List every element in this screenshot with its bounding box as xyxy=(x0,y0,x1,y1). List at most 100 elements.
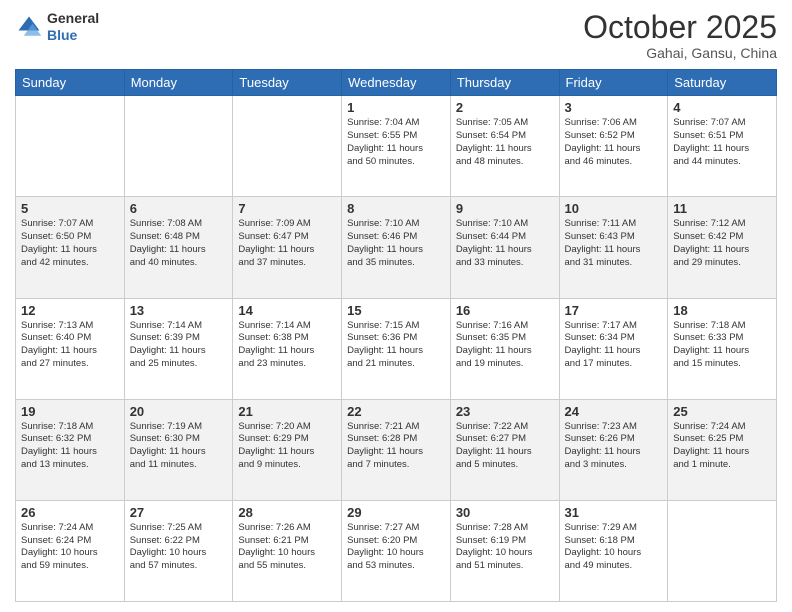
day-number: 25 xyxy=(673,404,771,419)
day-info: Sunrise: 7:12 AM Sunset: 6:42 PM Dayligh… xyxy=(673,218,771,269)
day-info: Sunrise: 7:24 AM Sunset: 6:25 PM Dayligh… xyxy=(673,421,771,472)
day-info: Sunrise: 7:07 AM Sunset: 6:51 PM Dayligh… xyxy=(673,117,771,168)
day-number: 11 xyxy=(673,201,771,216)
day-info: Sunrise: 7:18 AM Sunset: 6:32 PM Dayligh… xyxy=(21,421,119,472)
day-number: 10 xyxy=(565,201,663,216)
calendar-cell: 20 Sunrise: 7:19 AM Sunset: 6:30 PM Dayli… xyxy=(124,399,233,500)
week-row-3: 12Sunrise: 7:13 AM Sunset: 6:40 PM Dayli… xyxy=(16,298,777,399)
day-info: Sunrise: 7:10 AM Sunset: 6:46 PM Dayligh… xyxy=(347,218,445,269)
day-number: 26 xyxy=(21,505,119,520)
day-info: Sunrise: 7:22 AM Sunset: 6:27 PM Dayligh… xyxy=(456,421,554,472)
calendar-cell xyxy=(233,96,342,197)
day-number: 19 xyxy=(21,404,119,419)
page: General Blue October 2025 Gahai, Gansu, … xyxy=(0,0,792,612)
day-info: Sunrise: 7:08 AM Sunset: 6:48 PM Dayligh… xyxy=(130,218,228,269)
week-row-4: 19 Sunrise: 7:18 AM Sunset: 6:32 PM Dayli… xyxy=(16,399,777,500)
calendar-cell: 16 Sunrise: 7:16 AM Sunset: 6:35 PM Dayli… xyxy=(450,298,559,399)
day-number: 24 xyxy=(565,404,663,419)
day-info: Sunrise: 7:11 AM Sunset: 6:43 PM Dayligh… xyxy=(565,218,663,269)
day-info: Sunrise: 7:17 AM Sunset: 6:34 PM Dayligh… xyxy=(565,320,663,371)
calendar-cell: 25 Sunrise: 7:24 AM Sunset: 6:25 PM Dayli… xyxy=(668,399,777,500)
day-info: Sunrise: 7:28 AM Sunset: 6:19 PM Dayligh… xyxy=(456,522,554,573)
day-info: Sunrise: 7:09 AM Sunset: 6:47 PM Dayligh… xyxy=(238,218,336,269)
day-info: Sunrise: 7:24 AM Sunset: 6:24 PM Dayligh… xyxy=(21,522,119,573)
day-number: 2 xyxy=(456,100,554,115)
day-number: 14 xyxy=(238,303,336,318)
day-info: Sunrise: 7:18 AM Sunset: 6:33 PM Dayligh… xyxy=(673,320,771,371)
col-wednesday: Wednesday xyxy=(342,70,451,96)
day-info: Sunrise: 7:06 AM Sunset: 6:52 PM Dayligh… xyxy=(565,117,663,168)
day-number: 18 xyxy=(673,303,771,318)
day-info: Sunrise: 7:14 AM Sunset: 6:38 PM Dayligh… xyxy=(238,320,336,371)
logo-text: General Blue xyxy=(47,10,99,44)
week-row-2: 5 Sunrise: 7:07 AM Sunset: 6:50 PM Daylig… xyxy=(16,197,777,298)
header: General Blue October 2025 Gahai, Gansu, … xyxy=(15,10,777,61)
calendar-cell: 8 Sunrise: 7:10 AM Sunset: 6:46 PM Daylig… xyxy=(342,197,451,298)
day-number: 28 xyxy=(238,505,336,520)
week-row-1: 1 Sunrise: 7:04 AM Sunset: 6:55 PM Daylig… xyxy=(16,96,777,197)
calendar-cell: 30 Sunrise: 7:28 AM Sunset: 6:19 PM Dayli… xyxy=(450,500,559,601)
calendar-table: Sunday Monday Tuesday Wednesday Thursday… xyxy=(15,69,777,602)
day-number: 9 xyxy=(456,201,554,216)
day-number: 23 xyxy=(456,404,554,419)
calendar-cell: 6Sunrise: 7:08 AM Sunset: 6:48 PM Daylig… xyxy=(124,197,233,298)
calendar-cell: 19 Sunrise: 7:18 AM Sunset: 6:32 PM Dayli… xyxy=(16,399,125,500)
day-number: 20 xyxy=(130,404,228,419)
calendar-cell: 21 Sunrise: 7:20 AM Sunset: 6:29 PM Dayli… xyxy=(233,399,342,500)
col-sunday: Sunday xyxy=(16,70,125,96)
week-row-5: 26 Sunrise: 7:24 AM Sunset: 6:24 PM Dayli… xyxy=(16,500,777,601)
day-info: Sunrise: 7:04 AM Sunset: 6:55 PM Dayligh… xyxy=(347,117,445,168)
day-number: 29 xyxy=(347,505,445,520)
logo-icon xyxy=(15,13,43,41)
day-number: 21 xyxy=(238,404,336,419)
day-number: 4 xyxy=(673,100,771,115)
calendar-cell: 11 Sunrise: 7:12 AM Sunset: 6:42 PM Dayli… xyxy=(668,197,777,298)
calendar-cell: 3 Sunrise: 7:06 AM Sunset: 6:52 PM Daylig… xyxy=(559,96,668,197)
calendar-cell: 22Sunrise: 7:21 AM Sunset: 6:28 PM Dayli… xyxy=(342,399,451,500)
calendar-cell: 9 Sunrise: 7:10 AM Sunset: 6:44 PM Daylig… xyxy=(450,197,559,298)
day-number: 12 xyxy=(21,303,119,318)
col-thursday: Thursday xyxy=(450,70,559,96)
day-number: 30 xyxy=(456,505,554,520)
calendar-cell: 26 Sunrise: 7:24 AM Sunset: 6:24 PM Dayli… xyxy=(16,500,125,601)
calendar-cell: 23 Sunrise: 7:22 AM Sunset: 6:27 PM Dayli… xyxy=(450,399,559,500)
calendar-cell: 18 Sunrise: 7:18 AM Sunset: 6:33 PM Dayli… xyxy=(668,298,777,399)
day-number: 15 xyxy=(347,303,445,318)
calendar-cell: 15Sunrise: 7:15 AM Sunset: 6:36 PM Dayli… xyxy=(342,298,451,399)
day-number: 31 xyxy=(565,505,663,520)
calendar-cell: 14 Sunrise: 7:14 AM Sunset: 6:38 PM Dayli… xyxy=(233,298,342,399)
day-info: Sunrise: 7:20 AM Sunset: 6:29 PM Dayligh… xyxy=(238,421,336,472)
day-info: Sunrise: 7:27 AM Sunset: 6:20 PM Dayligh… xyxy=(347,522,445,573)
day-info: Sunrise: 7:16 AM Sunset: 6:35 PM Dayligh… xyxy=(456,320,554,371)
logo-general: General xyxy=(47,10,99,26)
day-info: Sunrise: 7:07 AM Sunset: 6:50 PM Dayligh… xyxy=(21,218,119,269)
day-number: 3 xyxy=(565,100,663,115)
calendar-cell: 7 Sunrise: 7:09 AM Sunset: 6:47 PM Daylig… xyxy=(233,197,342,298)
day-info: Sunrise: 7:19 AM Sunset: 6:30 PM Dayligh… xyxy=(130,421,228,472)
day-number: 27 xyxy=(130,505,228,520)
calendar-cell: 1 Sunrise: 7:04 AM Sunset: 6:55 PM Daylig… xyxy=(342,96,451,197)
calendar-cell: 24Sunrise: 7:23 AM Sunset: 6:26 PM Dayli… xyxy=(559,399,668,500)
calendar-cell: 5 Sunrise: 7:07 AM Sunset: 6:50 PM Daylig… xyxy=(16,197,125,298)
calendar-cell: 2Sunrise: 7:05 AM Sunset: 6:54 PM Daylig… xyxy=(450,96,559,197)
day-number: 8 xyxy=(347,201,445,216)
calendar-cell: 13Sunrise: 7:14 AM Sunset: 6:39 PM Dayli… xyxy=(124,298,233,399)
day-number: 22 xyxy=(347,404,445,419)
day-number: 1 xyxy=(347,100,445,115)
calendar-cell: 12Sunrise: 7:13 AM Sunset: 6:40 PM Dayli… xyxy=(16,298,125,399)
location-subtitle: Gahai, Gansu, China xyxy=(583,45,777,61)
day-number: 17 xyxy=(565,303,663,318)
day-number: 7 xyxy=(238,201,336,216)
day-number: 5 xyxy=(21,201,119,216)
day-info: Sunrise: 7:25 AM Sunset: 6:22 PM Dayligh… xyxy=(130,522,228,573)
day-info: Sunrise: 7:29 AM Sunset: 6:18 PM Dayligh… xyxy=(565,522,663,573)
day-info: Sunrise: 7:10 AM Sunset: 6:44 PM Dayligh… xyxy=(456,218,554,269)
day-info: Sunrise: 7:26 AM Sunset: 6:21 PM Dayligh… xyxy=(238,522,336,573)
calendar-header-row: Sunday Monday Tuesday Wednesday Thursday… xyxy=(16,70,777,96)
calendar-cell: 27 Sunrise: 7:25 AM Sunset: 6:22 PM Dayli… xyxy=(124,500,233,601)
col-friday: Friday xyxy=(559,70,668,96)
day-number: 16 xyxy=(456,303,554,318)
logo-blue: Blue xyxy=(47,27,77,43)
calendar-cell xyxy=(16,96,125,197)
col-saturday: Saturday xyxy=(668,70,777,96)
